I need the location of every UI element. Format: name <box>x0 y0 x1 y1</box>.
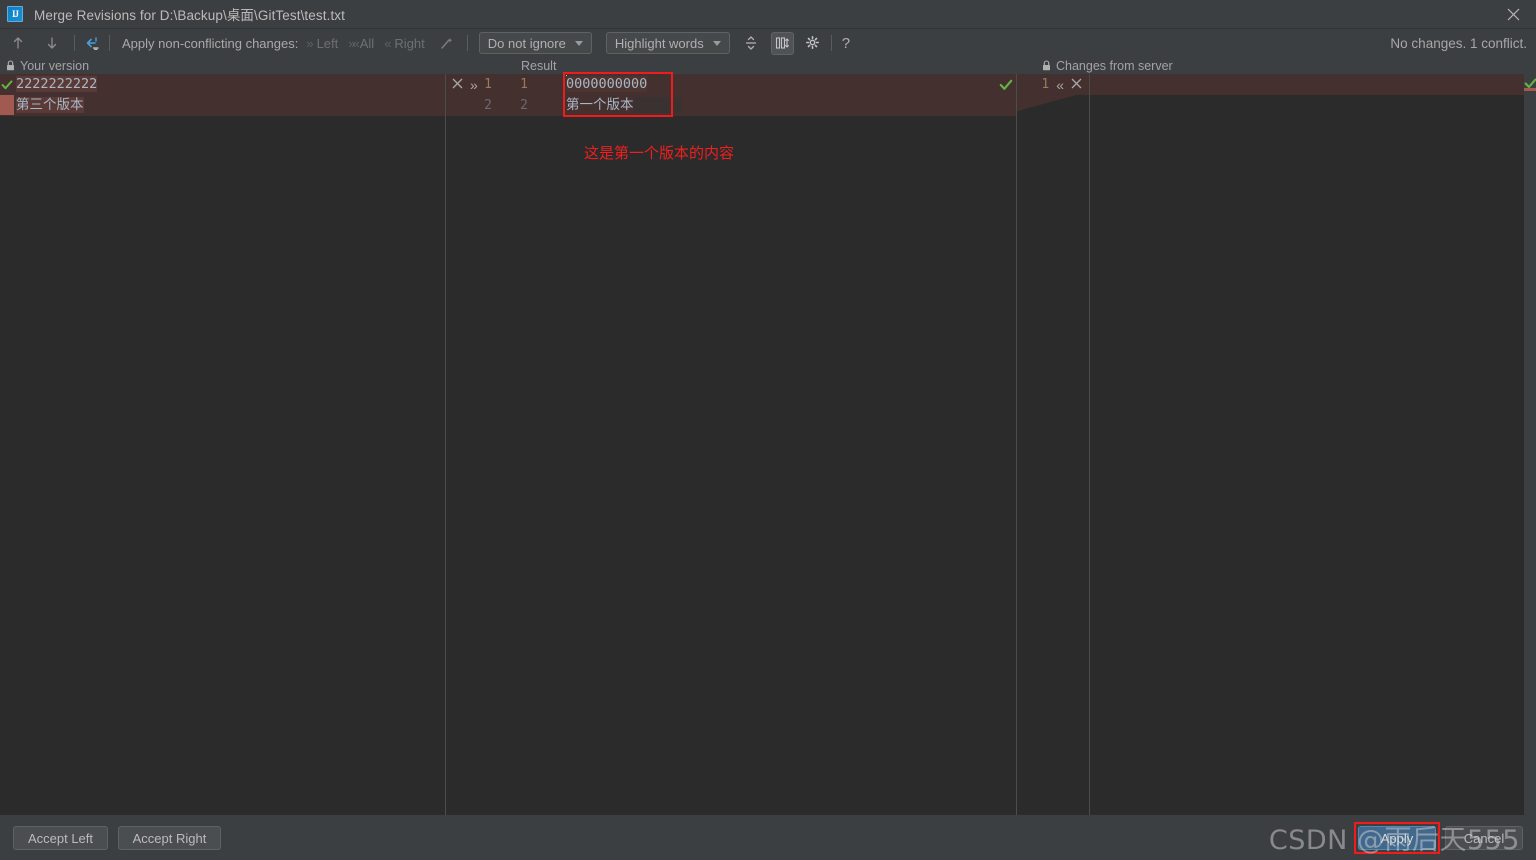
accept-left-button[interactable]: Accept Left <box>13 826 108 850</box>
apply-left-label: Left <box>316 35 339 51</box>
left-code-line-2: 第三个版本 <box>16 95 84 116</box>
result-pane[interactable]: 0000000000 第一个版本 这是第一个版本的内容 <box>563 72 1017 815</box>
synchronize-scrolling-icon[interactable] <box>770 31 794 55</box>
chevron-down-icon <box>574 40 583 46</box>
toolbar-divider-4 <box>830 35 832 51</box>
result-panel-header-label: Result <box>521 58 557 73</box>
right-server-pane[interactable] <box>1090 74 1536 815</box>
cancel-button[interactable]: Cancel <box>1445 826 1523 850</box>
title-bar: IJ Merge Revisions for D:\Backup\桌面\GitT… <box>0 0 1536 29</box>
collapse-unchanged-icon[interactable] <box>740 32 763 55</box>
chevron-left-double-icon: « <box>384 35 392 51</box>
magic-wand-icon[interactable] <box>435 31 459 55</box>
left-line-number-2: 2 <box>484 98 492 113</box>
merge-revisions-window: IJ Merge Revisions for D:\Backup\桌面\GitT… <box>0 0 1536 860</box>
arrow-up-icon[interactable] <box>6 31 30 55</box>
window-title: Merge Revisions for D:\Backup\桌面\GitTest… <box>34 8 345 23</box>
apply-right-label: Right <box>394 35 425 51</box>
result-code-line-1-text: 0000000000 <box>566 76 648 92</box>
right-line-number-1: 1 <box>1041 77 1050 92</box>
toolbar-divider-2 <box>109 35 110 51</box>
left-panel-header: Your version <box>6 57 89 74</box>
lock-icon <box>6 60 15 71</box>
left-code-line-1: 2222222222 <box>16 74 98 95</box>
panel-header-row: Your version Result Changes from server <box>0 57 1536 74</box>
overall-status-check-icon <box>1523 76 1536 90</box>
chevron-both-icon: »« <box>348 35 360 51</box>
highlight-policy-value: Highlight words <box>614 35 704 51</box>
result-code-line-1: 0000000000 <box>566 74 648 95</box>
annotation-text-result: 这是第一个版本的内容 <box>584 144 735 162</box>
close-x-icon[interactable] <box>452 77 463 92</box>
gutter-a-band-row2 <box>446 95 563 116</box>
right-panel-header: Changes from server <box>1042 57 1173 74</box>
close-x-icon-2[interactable] <box>1071 77 1082 92</box>
result-line-number-2: 2 <box>520 98 528 113</box>
apply-all-non-conflicting-icon[interactable] <box>80 31 104 55</box>
left-result-gutter: » 1 2 1 2 <box>446 74 563 815</box>
close-icon[interactable] <box>1490 0 1536 29</box>
ignore-policy-value: Do not ignore <box>487 35 566 51</box>
right-panel-header-label: Changes from server <box>1056 58 1173 73</box>
right-result-gutter: 1 « <box>1017 74 1090 815</box>
result-code-line-2: 第一个版本 <box>566 95 683 116</box>
gutter-b-actions: 1 « <box>1017 74 1090 95</box>
intellij-logo-icon: IJ <box>7 6 23 22</box>
toolbar-divider-3 <box>466 35 468 51</box>
chevron-left-double-icon[interactable]: « <box>1056 77 1064 93</box>
apply-right-button[interactable]: « Right <box>384 36 425 51</box>
left-code-line-1-text: 2222222222 <box>16 76 98 92</box>
apply-all-button[interactable]: »« All <box>348 36 374 51</box>
apply-all-label: All <box>359 35 375 51</box>
result-line-2-padding <box>633 97 683 113</box>
apply-non-conflicting-label: Apply non-conflicting changes: <box>122 35 299 51</box>
merge-status-text: No changes. 1 conflict. <box>1390 35 1527 51</box>
left-conflict-marker <box>0 95 14 115</box>
left-line-number-1: 1 <box>484 77 492 92</box>
toolbar-divider <box>74 35 75 51</box>
help-icon[interactable]: ? <box>837 35 855 52</box>
toolbar: Apply non-conflicting changes: » Left »«… <box>0 29 1536 57</box>
result-code-line-2-text: 第一个版本 <box>566 97 634 113</box>
lock-icon-2 <box>1042 60 1051 71</box>
editor-area: 2222222222 第三个版本 » 1 2 1 2 0000000000 第一… <box>0 72 1536 815</box>
arrow-down-icon[interactable] <box>40 31 64 55</box>
chevron-down-icon-2 <box>712 40 721 46</box>
left-code-line-2-text: 第三个版本 <box>16 97 84 113</box>
apply-left-button[interactable]: » Left <box>306 36 338 51</box>
diff-marker-scrollbar[interactable] <box>1524 74 1536 815</box>
ignore-policy-select[interactable]: Do not ignore <box>478 32 592 54</box>
highlight-policy-select[interactable]: Highlight words <box>605 32 730 54</box>
gutter-b-band-taper <box>1017 95 1090 115</box>
right-conflict-band-row1 <box>1090 74 1526 95</box>
apply-button[interactable]: Apply <box>1358 826 1436 850</box>
result-accept-check-icon[interactable] <box>997 76 1015 94</box>
result-panel-header: Result <box>521 57 556 74</box>
chevron-right-double-icon: » <box>306 35 314 51</box>
bottom-bar: Accept Left Accept Right Apply Cancel CS… <box>0 815 1536 860</box>
left-panel-header-label: Your version <box>20 58 90 73</box>
accept-right-button[interactable]: Accept Right <box>118 826 221 850</box>
gear-icon[interactable] <box>802 32 825 55</box>
result-line-number-1: 1 <box>520 77 528 92</box>
left-accept-check-icon[interactable] <box>0 74 14 95</box>
left-version-pane[interactable]: 2222222222 第三个版本 <box>0 74 446 815</box>
